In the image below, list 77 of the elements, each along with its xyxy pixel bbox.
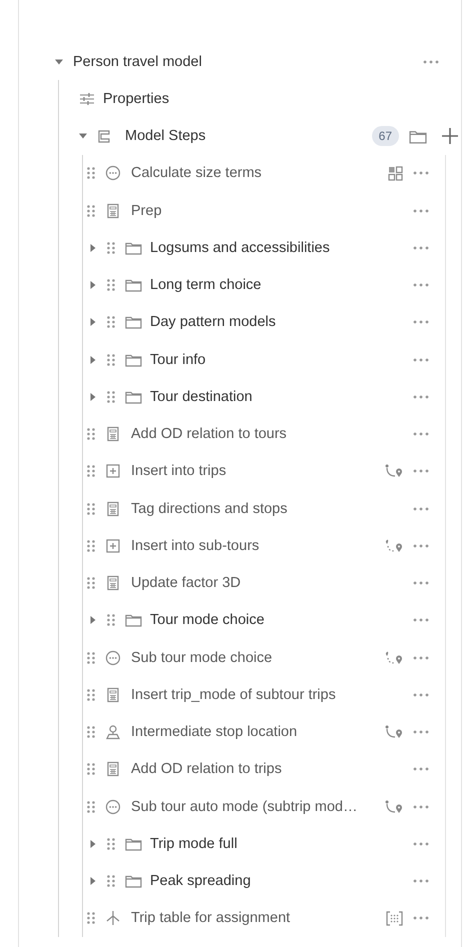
- plus-box-icon: [105, 538, 121, 554]
- folder-icon: [125, 390, 142, 404]
- drag-handle-icon[interactable]: [87, 502, 95, 515]
- circle-dots-icon: [105, 798, 121, 815]
- drag-handle-icon[interactable]: [87, 652, 95, 664]
- folder-icon[interactable]: [409, 128, 427, 144]
- route-icon: [385, 464, 403, 478]
- tree-item-label[interactable]: Model Steps: [125, 128, 372, 144]
- table-icon: [386, 910, 403, 926]
- calculator-icon: [105, 575, 121, 592]
- drag-handle-icon[interactable]: [87, 428, 95, 440]
- step-label[interactable]: Calculate size terms: [131, 165, 388, 182]
- step-label[interactable]: Insert into sub-tours: [131, 538, 385, 554]
- count-badge: 67: [372, 126, 399, 146]
- route-icon: [385, 800, 403, 814]
- calculator-icon: [105, 686, 121, 703]
- person-pin-icon: [105, 724, 121, 740]
- calculator-icon: [105, 761, 121, 778]
- split-icon: [105, 910, 121, 926]
- grid-icon: [388, 166, 403, 181]
- drag-handle-icon[interactable]: [107, 390, 115, 403]
- drag-handle-icon[interactable]: [87, 688, 95, 701]
- circle-dots-icon: [105, 165, 121, 182]
- calculator-icon: [105, 500, 121, 517]
- folder-icon: [125, 874, 142, 888]
- drag-handle-icon[interactable]: [87, 763, 95, 776]
- group-label[interactable]: Logsums and accessibilities: [150, 240, 411, 256]
- drag-handle-icon[interactable]: [107, 875, 115, 888]
- group-label[interactable]: Tour info: [150, 352, 411, 368]
- drag-handle-icon[interactable]: [87, 912, 95, 924]
- group-label[interactable]: Day pattern models: [150, 314, 411, 330]
- drag-handle-icon[interactable]: [107, 279, 115, 292]
- step-label[interactable]: Update factor 3D: [131, 575, 403, 592]
- drag-handle-icon[interactable]: [87, 800, 95, 813]
- tree-item-label[interactable]: Properties: [103, 90, 461, 107]
- step-label[interactable]: Intermediate stop location: [131, 724, 385, 740]
- drag-handle-icon[interactable]: [87, 465, 95, 478]
- sliders-icon: [79, 92, 95, 106]
- add-icon[interactable]: [441, 127, 459, 146]
- group-label[interactable]: Tour destination: [150, 388, 411, 405]
- calculator-icon: [105, 426, 121, 442]
- drag-handle-icon[interactable]: [87, 726, 95, 738]
- folder-icon: [125, 278, 142, 292]
- folder-icon: [125, 836, 142, 851]
- circle-dots-icon: [105, 650, 121, 666]
- route-icon: [385, 538, 403, 553]
- step-label[interactable]: Trip table for assignment: [131, 910, 386, 926]
- step-label[interactable]: Add OD relation to trips: [131, 761, 403, 778]
- drag-handle-icon[interactable]: [87, 540, 95, 552]
- drag-handle-icon[interactable]: [87, 577, 95, 590]
- step-label[interactable]: Insert into trips: [131, 463, 385, 480]
- plus-box-icon: [105, 463, 121, 480]
- step-label[interactable]: Add OD relation to tours: [131, 426, 403, 442]
- group-label[interactable]: Trip mode full: [150, 836, 411, 852]
- drag-handle-icon[interactable]: [107, 838, 115, 850]
- folder-icon: [125, 240, 142, 255]
- step-label[interactable]: Insert trip_mode of subtour trips: [131, 686, 403, 703]
- calculator-icon: [105, 202, 121, 219]
- drag-handle-icon[interactable]: [107, 354, 115, 366]
- step-label[interactable]: Tag directions and stops: [131, 500, 403, 517]
- route-icon: [385, 650, 403, 665]
- drag-handle-icon[interactable]: [87, 167, 95, 180]
- step-label[interactable]: Sub tour mode choice: [131, 650, 385, 666]
- drag-handle-icon[interactable]: [107, 242, 115, 254]
- route-icon: [385, 725, 403, 740]
- folder-icon: [125, 613, 142, 628]
- tree-item-label[interactable]: Person travel model: [73, 54, 421, 70]
- group-label[interactable]: Tour mode choice: [150, 612, 411, 628]
- drag-handle-icon[interactable]: [107, 614, 115, 626]
- drag-handle-icon[interactable]: [107, 316, 115, 328]
- group-label[interactable]: Long term choice: [150, 277, 411, 294]
- step-label[interactable]: Sub tour auto mode (subtrip mod…: [131, 798, 385, 815]
- folder-icon: [125, 352, 142, 367]
- folder-icon: [125, 315, 142, 330]
- drag-handle-icon[interactable]: [87, 204, 95, 217]
- step-label[interactable]: Prep: [131, 202, 403, 219]
- group-label[interactable]: Peak spreading: [150, 873, 411, 890]
